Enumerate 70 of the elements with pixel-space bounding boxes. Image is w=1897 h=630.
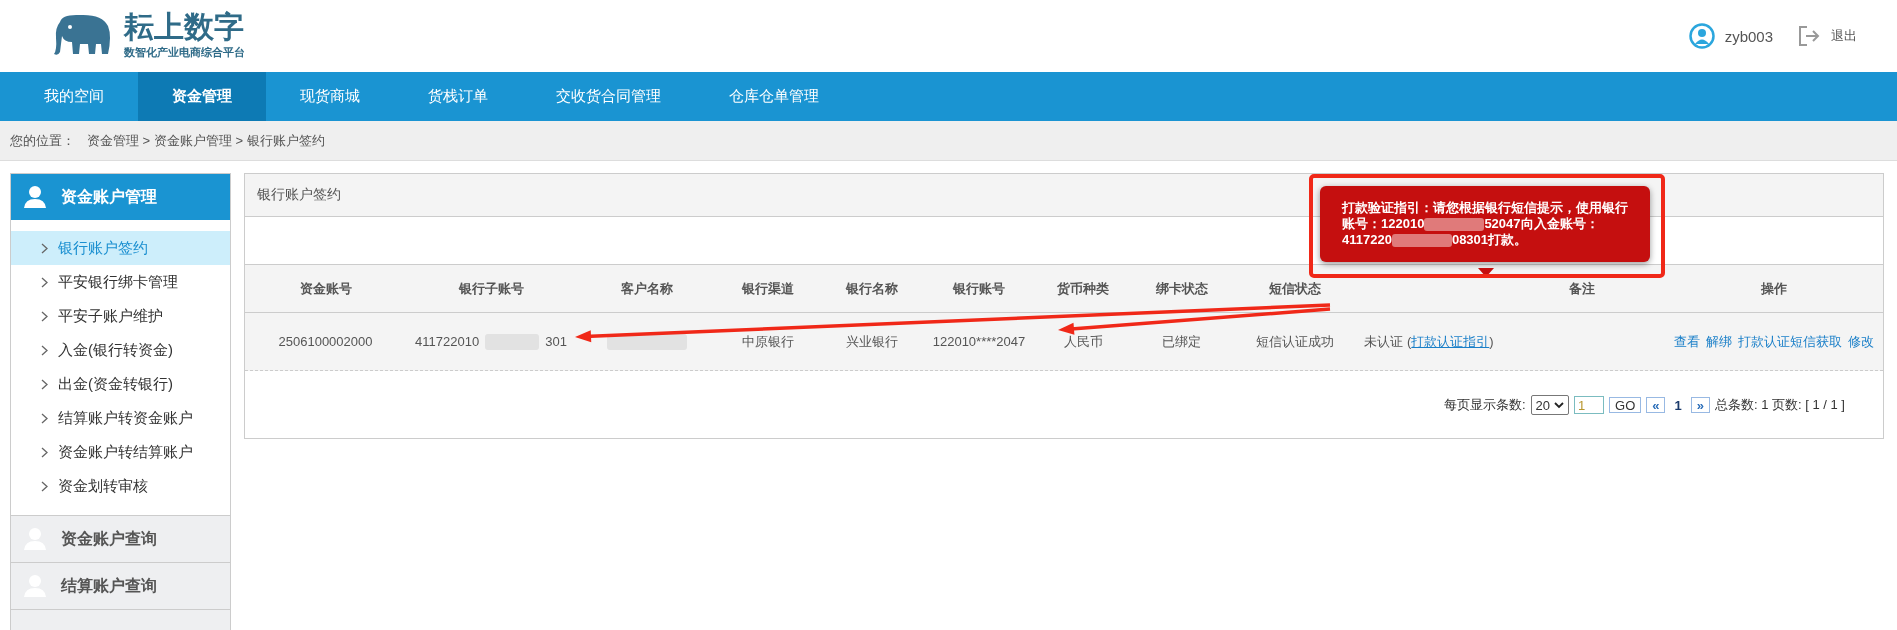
page-input[interactable]: 1 bbox=[1574, 396, 1604, 414]
per-page-label: 每页显示条数: bbox=[1443, 396, 1526, 414]
table-cell: 301 bbox=[545, 334, 567, 349]
nav-tab[interactable]: 我的空间 bbox=[10, 72, 138, 121]
table-cell-text: 2506100002000 bbox=[277, 333, 374, 351]
guide-link[interactable]: 打款认证指引 bbox=[1411, 332, 1490, 351]
action-link[interactable]: 打款认证短信获取 bbox=[1737, 332, 1842, 351]
table-cell-text: 中原银行 bbox=[741, 332, 795, 351]
logo-subtitle: 数智化产业电商综合平台 bbox=[124, 45, 245, 60]
page-summary: 总条数: 1 页数: [ 1 / 1 ] bbox=[1714, 396, 1845, 414]
table-cell-text: 兴业银行 bbox=[844, 332, 899, 351]
column-header: 银行渠道 bbox=[740, 279, 795, 298]
nav-tab[interactable]: 仓库仓单管理 bbox=[695, 72, 853, 121]
go-button[interactable]: GO bbox=[1609, 397, 1642, 413]
column-header: 银行名称 bbox=[844, 279, 899, 298]
nav-tab[interactable]: 交收货合同管理 bbox=[522, 72, 695, 121]
next-page-button[interactable]: » bbox=[1690, 397, 1710, 413]
table-cell-text: 122010****2047 bbox=[931, 333, 1027, 351]
sidebar-item[interactable]: 平安子账户维护 bbox=[11, 299, 230, 333]
current-page: 1 bbox=[1674, 397, 1682, 413]
column-header: 货币种类 bbox=[1056, 279, 1110, 298]
chevron-icon bbox=[41, 276, 48, 288]
sidebar-item[interactable]: 入金(银行转资金) bbox=[11, 333, 230, 367]
column-header: 操作 bbox=[1759, 279, 1788, 298]
nav-tab[interactable]: 现货商城 bbox=[266, 72, 394, 121]
prev-page-button[interactable]: « bbox=[1646, 397, 1666, 413]
chevron-icon bbox=[41, 242, 48, 254]
column-header: 银行账号 bbox=[951, 279, 1006, 298]
logout-icon[interactable] bbox=[1797, 24, 1821, 48]
user-avatar-icon bbox=[1688, 23, 1715, 49]
sidebar-item[interactable]: 出金(资金转银行) bbox=[11, 367, 230, 401]
chevron-icon bbox=[41, 378, 48, 390]
caret-icon bbox=[1554, 401, 1564, 409]
column-header: 备注 bbox=[1567, 279, 1596, 298]
sidebar-item[interactable]: 资金账户转结算账户 bbox=[11, 435, 230, 469]
chevron-icon bbox=[41, 344, 48, 356]
tooltip-pointer-icon bbox=[1478, 268, 1494, 277]
chevron-icon bbox=[41, 412, 48, 424]
sidebar-item[interactable]: 结算账户转资金账户 bbox=[11, 401, 230, 435]
sidebar-item[interactable]: 银行账户签约 bbox=[11, 231, 230, 265]
breadcrumb-label: 您的位置： bbox=[10, 131, 75, 150]
tooltip-text: 打款验证指引：请您根据银行短信提示，使用银行账号：122010 52047向入金账号：4117220 08301打款。 bbox=[1320, 186, 1650, 262]
breadcrumb-path: 资金管理 > 资金账户管理 > 银行账户签约 bbox=[87, 131, 325, 150]
column-header: 资金账号 bbox=[298, 279, 353, 298]
nav-tab[interactable]: 货栈订单 bbox=[394, 72, 522, 121]
action-link[interactable]: 修改 bbox=[1847, 332, 1874, 351]
column-header: 客户名称 bbox=[619, 279, 674, 298]
column-header: 绑卡状态 bbox=[1154, 279, 1209, 298]
column-header: 银行子账号 bbox=[457, 279, 525, 298]
chevron-icon bbox=[41, 480, 48, 492]
logo-title: 耘上数字 bbox=[124, 12, 245, 42]
logout-link[interactable]: 退出 bbox=[1831, 27, 1857, 45]
action-link[interactable]: 解绑 bbox=[1705, 332, 1732, 351]
table-cell-text: 已绑定 bbox=[1161, 332, 1202, 351]
table-cell-text: 人民币 bbox=[1062, 332, 1104, 351]
status-text: ) bbox=[1489, 334, 1494, 349]
column-header: 短信状态 bbox=[1268, 279, 1322, 298]
username: zyb003 bbox=[1724, 27, 1773, 45]
sidebar-group-header[interactable]: 资金账户管理 bbox=[11, 174, 230, 220]
table-cell-text: 短信认证成功 bbox=[1255, 332, 1335, 351]
user-icon bbox=[23, 185, 47, 209]
status-text: 未认证 ( bbox=[1364, 332, 1412, 351]
sidebar-item[interactable]: 平安银行绑卡管理 bbox=[11, 265, 230, 299]
nav-tab[interactable]: 资金管理 bbox=[138, 72, 266, 121]
chevron-icon bbox=[41, 310, 48, 322]
action-link[interactable]: 查看 bbox=[1673, 332, 1700, 351]
table-cell: 411722010 bbox=[415, 334, 480, 349]
sidebar-item[interactable]: 资金划转审核 bbox=[11, 469, 230, 503]
per-page-select[interactable]: 20 bbox=[1530, 395, 1569, 415]
chevron-icon bbox=[41, 446, 48, 458]
